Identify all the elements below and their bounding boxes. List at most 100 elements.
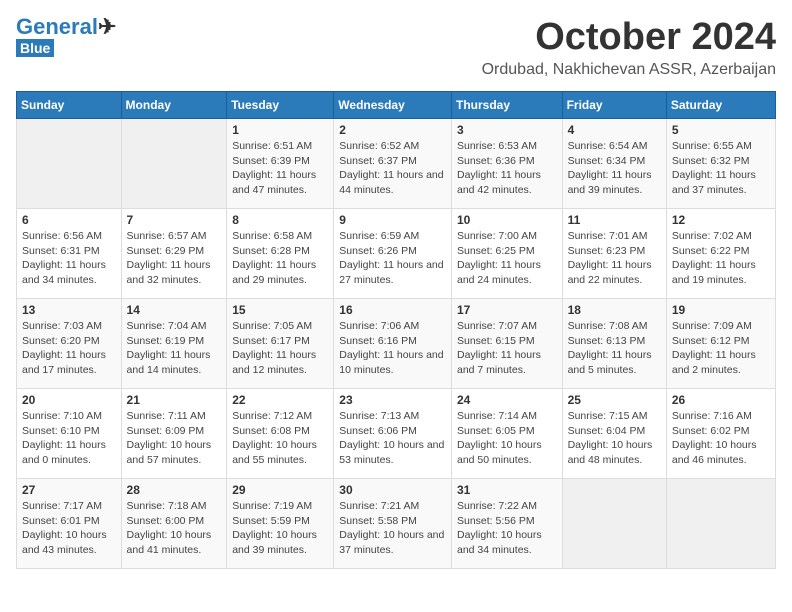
day-number: 10 (457, 213, 557, 227)
day-number: 6 (22, 213, 116, 227)
day-number: 16 (339, 303, 446, 317)
day-info: Sunrise: 6:51 AM Sunset: 6:39 PM Dayligh… (232, 139, 328, 198)
day-info: Sunrise: 6:57 AM Sunset: 6:29 PM Dayligh… (127, 229, 222, 288)
day-number: 18 (568, 303, 661, 317)
day-number: 25 (568, 393, 661, 407)
day-info: Sunrise: 7:06 AM Sunset: 6:16 PM Dayligh… (339, 319, 446, 378)
calendar-cell: 14Sunrise: 7:04 AM Sunset: 6:19 PM Dayli… (121, 299, 227, 389)
calendar-cell: 22 Sunrise: 7:12 AM Sunset: 6:08 PM Dayli… (227, 389, 334, 479)
day-number: 11 (568, 213, 661, 227)
header-day: Friday (562, 92, 666, 119)
calendar-header: SundayMondayTuesdayWednesdayThursdayFrid… (17, 92, 776, 119)
page-header: General✈ Blue October 2024 Ordubad, Nakh… (16, 16, 776, 79)
main-title: October 2024 (482, 16, 776, 59)
day-number: 13 (22, 303, 116, 317)
calendar-cell: 20Sunrise: 7:10 AM Sunset: 6:10 PM Dayli… (17, 389, 122, 479)
calendar-cell: 6 Sunrise: 6:56 AM Sunset: 6:31 PM Daylig… (17, 209, 122, 299)
day-number: 8 (232, 213, 328, 227)
day-info: Sunrise: 7:03 AM Sunset: 6:20 PM Dayligh… (22, 319, 116, 378)
day-number: 22 (232, 393, 328, 407)
calendar-table: SundayMondayTuesdayWednesdayThursdayFrid… (16, 91, 776, 569)
day-number: 7 (127, 213, 222, 227)
logo-general: General (16, 14, 98, 39)
day-info: Sunrise: 7:18 AM Sunset: 6:00 PM Dayligh… (127, 499, 222, 558)
day-info: Sunrise: 7:15 AM Sunset: 6:04 PM Dayligh… (568, 409, 661, 468)
day-info: Sunrise: 7:19 AM Sunset: 5:59 PM Dayligh… (232, 499, 328, 558)
day-info: Sunrise: 7:11 AM Sunset: 6:09 PM Dayligh… (127, 409, 222, 468)
day-number: 28 (127, 483, 222, 497)
calendar-cell: 26 Sunrise: 7:16 AM Sunset: 6:02 PM Dayli… (666, 389, 775, 479)
day-info: Sunrise: 6:54 AM Sunset: 6:34 PM Dayligh… (568, 139, 661, 198)
logo-text: General✈ (16, 16, 116, 38)
calendar-week: 1 Sunrise: 6:51 AM Sunset: 6:39 PM Daylig… (17, 119, 776, 209)
calendar-cell: 1 Sunrise: 6:51 AM Sunset: 6:39 PM Daylig… (227, 119, 334, 209)
day-info: Sunrise: 6:59 AM Sunset: 6:26 PM Dayligh… (339, 229, 446, 288)
calendar-cell: 13 Sunrise: 7:03 AM Sunset: 6:20 PM Dayli… (17, 299, 122, 389)
header-day: Thursday (451, 92, 562, 119)
day-info: Sunrise: 7:13 AM Sunset: 6:06 PM Dayligh… (339, 409, 446, 468)
day-number: 1 (232, 123, 328, 137)
day-number: 3 (457, 123, 557, 137)
day-info: Sunrise: 7:14 AM Sunset: 6:05 PM Dayligh… (457, 409, 557, 468)
day-info: Sunrise: 7:22 AM Sunset: 5:56 PM Dayligh… (457, 499, 557, 558)
day-info: Sunrise: 7:02 AM Sunset: 6:22 PM Dayligh… (672, 229, 770, 288)
calendar-cell: 16 Sunrise: 7:06 AM Sunset: 6:16 PM Dayli… (334, 299, 452, 389)
calendar-week: 13 Sunrise: 7:03 AM Sunset: 6:20 PM Dayli… (17, 299, 776, 389)
day-number: 12 (672, 213, 770, 227)
day-number: 20 (22, 393, 116, 407)
day-info: Sunrise: 7:08 AM Sunset: 6:13 PM Dayligh… (568, 319, 661, 378)
calendar-week: 20Sunrise: 7:10 AM Sunset: 6:10 PM Dayli… (17, 389, 776, 479)
header-day: Tuesday (227, 92, 334, 119)
calendar-cell: 30 Sunrise: 7:21 AM Sunset: 5:58 PM Dayli… (334, 479, 452, 569)
calendar-cell: 3 Sunrise: 6:53 AM Sunset: 6:36 PM Daylig… (451, 119, 562, 209)
day-number: 24 (457, 393, 557, 407)
calendar-cell (17, 119, 122, 209)
day-info: Sunrise: 6:56 AM Sunset: 6:31 PM Dayligh… (22, 229, 116, 288)
day-number: 23 (339, 393, 446, 407)
day-number: 29 (232, 483, 328, 497)
calendar-week: 27 Sunrise: 7:17 AM Sunset: 6:01 PM Dayli… (17, 479, 776, 569)
calendar-cell: 24 Sunrise: 7:14 AM Sunset: 6:05 PM Dayli… (451, 389, 562, 479)
day-number: 17 (457, 303, 557, 317)
calendar-cell: 11 Sunrise: 7:01 AM Sunset: 6:23 PM Dayli… (562, 209, 666, 299)
calendar-cell: 10Sunrise: 7:00 AM Sunset: 6:25 PM Dayli… (451, 209, 562, 299)
day-number: 31 (457, 483, 557, 497)
header-row: SundayMondayTuesdayWednesdayThursdayFrid… (17, 92, 776, 119)
calendar-cell: 8Sunrise: 6:58 AM Sunset: 6:28 PM Daylig… (227, 209, 334, 299)
calendar-cell: 27 Sunrise: 7:17 AM Sunset: 6:01 PM Dayli… (17, 479, 122, 569)
calendar-cell (562, 479, 666, 569)
calendar-cell (121, 119, 227, 209)
calendar-cell: 4Sunrise: 6:54 AM Sunset: 6:34 PM Daylig… (562, 119, 666, 209)
day-info: Sunrise: 7:01 AM Sunset: 6:23 PM Dayligh… (568, 229, 661, 288)
day-number: 26 (672, 393, 770, 407)
day-info: Sunrise: 6:52 AM Sunset: 6:37 PM Dayligh… (339, 139, 446, 198)
day-number: 5 (672, 123, 770, 137)
logo: General✈ Blue (16, 16, 116, 57)
title-block: October 2024 Ordubad, Nakhichevan ASSR, … (482, 16, 776, 79)
calendar-cell: 25 Sunrise: 7:15 AM Sunset: 6:04 PM Dayli… (562, 389, 666, 479)
calendar-cell: 7 Sunrise: 6:57 AM Sunset: 6:29 PM Daylig… (121, 209, 227, 299)
calendar-cell: 5 Sunrise: 6:55 AM Sunset: 6:32 PM Daylig… (666, 119, 775, 209)
calendar-cell: 29 Sunrise: 7:19 AM Sunset: 5:59 PM Dayli… (227, 479, 334, 569)
day-number: 21 (127, 393, 222, 407)
day-info: Sunrise: 6:55 AM Sunset: 6:32 PM Dayligh… (672, 139, 770, 198)
calendar-cell: 15Sunrise: 7:05 AM Sunset: 6:17 PM Dayli… (227, 299, 334, 389)
day-info: Sunrise: 7:17 AM Sunset: 6:01 PM Dayligh… (22, 499, 116, 558)
calendar-cell: 21 Sunrise: 7:11 AM Sunset: 6:09 PM Dayli… (121, 389, 227, 479)
subtitle: Ordubad, Nakhichevan ASSR, Azerbaijan (482, 61, 776, 79)
day-info: Sunrise: 7:12 AM Sunset: 6:08 PM Dayligh… (232, 409, 328, 468)
calendar-cell: 18 Sunrise: 7:08 AM Sunset: 6:13 PM Dayli… (562, 299, 666, 389)
logo-blue: Blue (16, 39, 54, 57)
day-info: Sunrise: 7:07 AM Sunset: 6:15 PM Dayligh… (457, 319, 557, 378)
day-number: 27 (22, 483, 116, 497)
calendar-cell: 28 Sunrise: 7:18 AM Sunset: 6:00 PM Dayli… (121, 479, 227, 569)
calendar-cell: 2Sunrise: 6:52 AM Sunset: 6:37 PM Daylig… (334, 119, 452, 209)
day-info: Sunrise: 7:21 AM Sunset: 5:58 PM Dayligh… (339, 499, 446, 558)
calendar-cell: 31 Sunrise: 7:22 AM Sunset: 5:56 PM Dayli… (451, 479, 562, 569)
calendar-cell: 23 Sunrise: 7:13 AM Sunset: 6:06 PM Dayli… (334, 389, 452, 479)
calendar-cell: 12 Sunrise: 7:02 AM Sunset: 6:22 PM Dayli… (666, 209, 775, 299)
calendar-cell: 17 Sunrise: 7:07 AM Sunset: 6:15 PM Dayli… (451, 299, 562, 389)
day-info: Sunrise: 6:53 AM Sunset: 6:36 PM Dayligh… (457, 139, 557, 198)
day-info: Sunrise: 7:16 AM Sunset: 6:02 PM Dayligh… (672, 409, 770, 468)
day-number: 30 (339, 483, 446, 497)
